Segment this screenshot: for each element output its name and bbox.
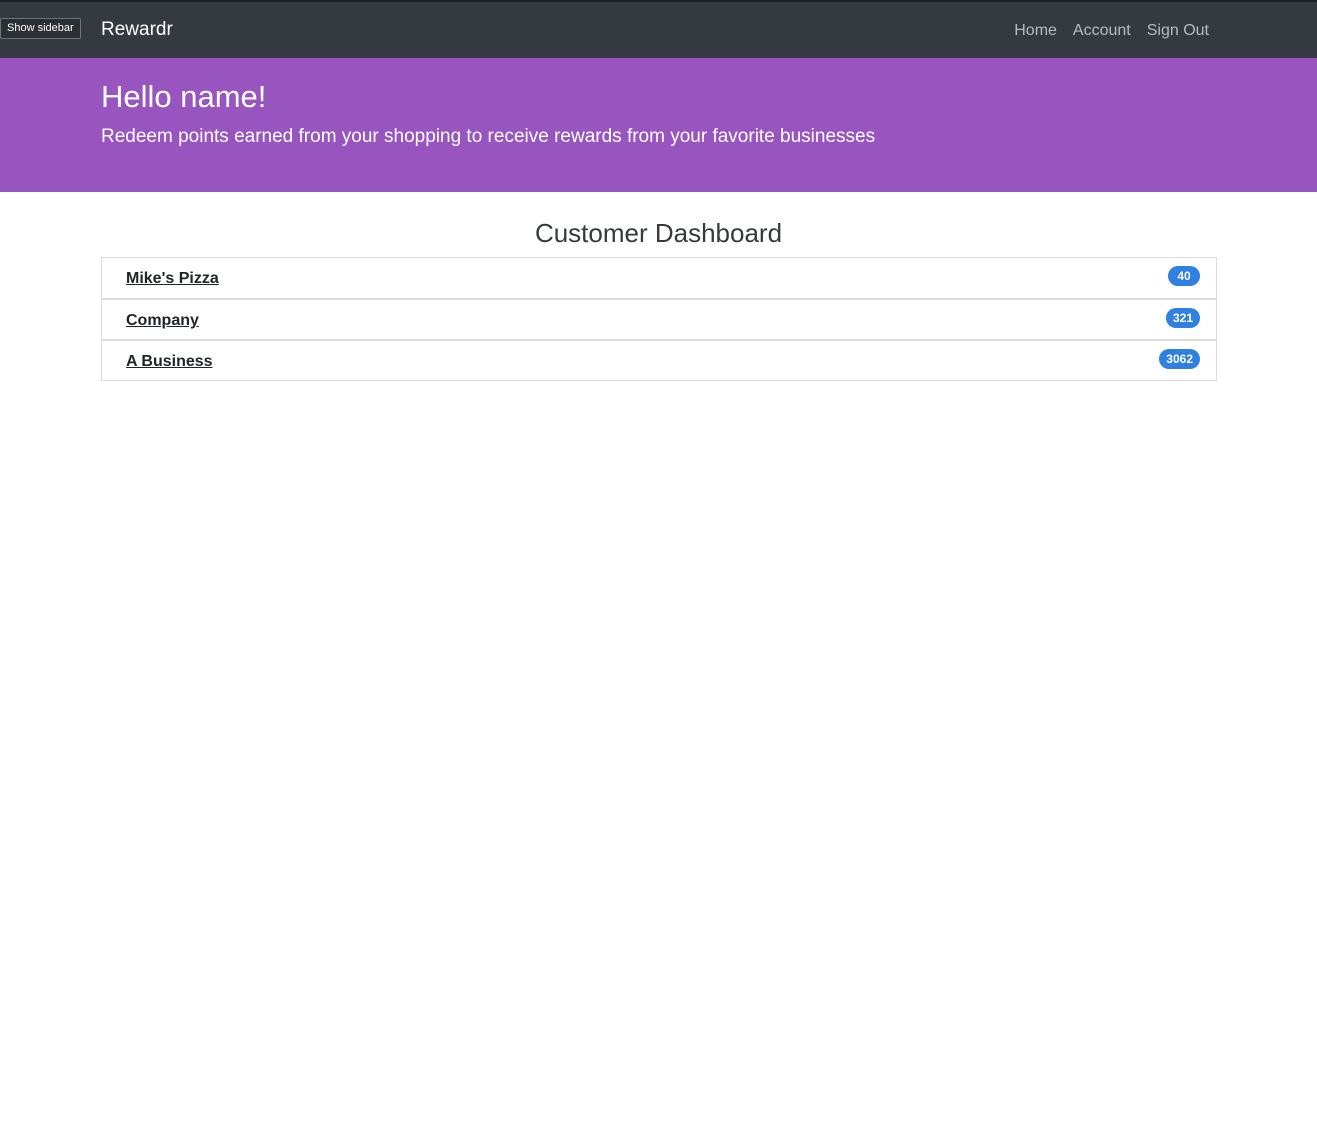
list-item: A Business 3062: [101, 339, 1217, 381]
list-item: Company 321: [101, 298, 1217, 340]
show-sidebar-button[interactable]: Show sidebar: [0, 18, 81, 39]
nav-link-home[interactable]: Home: [1014, 20, 1057, 42]
business-list: Mike's Pizza 40 Company 321 A Business 3…: [101, 257, 1217, 381]
points-badge: 40: [1168, 266, 1200, 286]
points-badge: 3062: [1159, 349, 1200, 369]
list-item: Mike's Pizza 40: [101, 257, 1217, 299]
business-link-a-business[interactable]: A Business: [126, 352, 213, 372]
points-badge: 321: [1165, 308, 1200, 328]
nav-link-account[interactable]: Account: [1073, 20, 1131, 42]
business-link-mikes-pizza[interactable]: Mike's Pizza: [126, 269, 219, 289]
page-title: Customer Dashboard: [534, 218, 783, 248]
nav-link-sign-out[interactable]: Sign Out: [1147, 20, 1209, 42]
brand-link[interactable]: Rewardr: [101, 18, 173, 42]
hero-title: Hello name!: [101, 79, 267, 114]
nav-links: Home Account Sign Out: [1014, 20, 1209, 42]
hero-subtitle: Redeem points earned from your shopping …: [101, 126, 876, 147]
hero-banner: Hello name! Redeem points earned from yo…: [0, 58, 1317, 192]
top-navbar: Show sidebar Rewardr Home Account Sign O…: [0, 0, 1317, 58]
business-link-company[interactable]: Company: [126, 311, 199, 331]
